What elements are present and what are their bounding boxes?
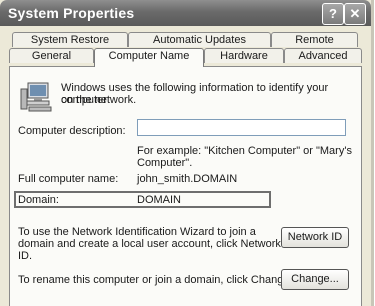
wizard-text-line1: To use the Network Identification Wizard… bbox=[18, 226, 256, 238]
tab-system-restore[interactable]: System Restore bbox=[12, 32, 128, 47]
wizard-text-line2: domain and create a local user account, … bbox=[18, 238, 281, 250]
tab-hardware[interactable]: Hardware bbox=[204, 48, 284, 63]
network-id-button[interactable]: Network ID bbox=[281, 227, 349, 248]
computer-description-field[interactable] bbox=[137, 119, 346, 136]
window-title: System Properties bbox=[8, 5, 135, 21]
example-text-line1: For example: "Kitchen Computer" or "Mary… bbox=[137, 145, 352, 157]
tab-automatic-updates[interactable]: Automatic Updates bbox=[128, 32, 271, 47]
full-name-value: john_smith.DOMAIN bbox=[137, 173, 238, 185]
tab-computer-name[interactable]: Computer Name bbox=[94, 48, 204, 67]
full-name-label: Full computer name: bbox=[18, 173, 119, 185]
description-label: Computer description: bbox=[18, 125, 126, 137]
computer-description-value bbox=[138, 124, 140, 136]
change-button[interactable]: Change... bbox=[281, 269, 349, 290]
title-bar[interactable]: System Properties ? ✕ bbox=[0, 0, 371, 26]
tab-advanced[interactable]: Advanced bbox=[284, 48, 362, 63]
domain-value: DOMAIN bbox=[137, 194, 181, 206]
network-id-button-label: Network ID bbox=[287, 231, 343, 243]
change-button-label: Change... bbox=[291, 273, 339, 285]
intro-text-line2: on the network. bbox=[61, 94, 137, 106]
computer-icon bbox=[20, 80, 54, 114]
close-icon[interactable]: ✕ bbox=[344, 3, 366, 25]
wizard-text-line3: ID. bbox=[18, 250, 33, 262]
example-text-line2: Computer". bbox=[137, 157, 193, 169]
system-properties-window: System Properties ? ✕ System Restore Aut… bbox=[0, 0, 374, 306]
tab-general[interactable]: General bbox=[9, 48, 94, 63]
rename-text: To rename this computer or join a domain… bbox=[18, 274, 293, 286]
domain-label: Domain: bbox=[18, 194, 59, 206]
tab-remote[interactable]: Remote bbox=[271, 32, 358, 47]
help-icon[interactable]: ? bbox=[322, 3, 344, 25]
